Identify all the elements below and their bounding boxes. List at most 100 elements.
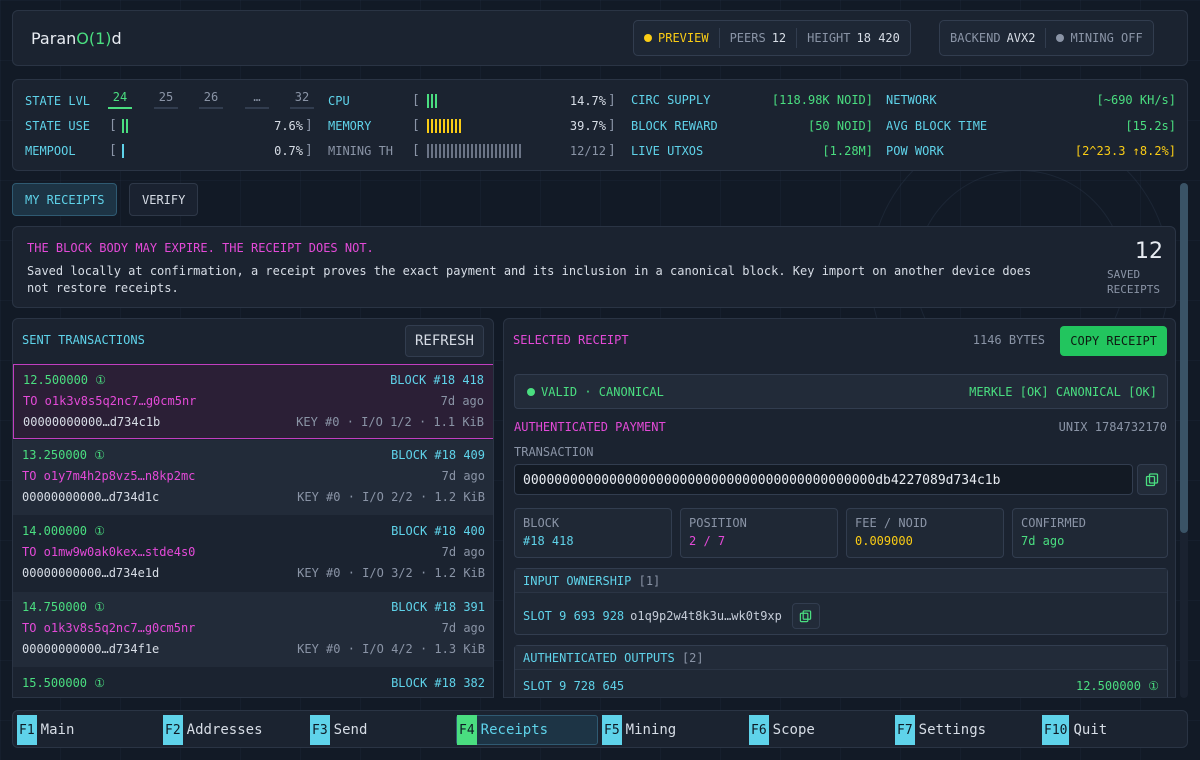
tab-my-receipts[interactable]: MY RECEIPTS [12, 183, 118, 216]
app-logo: ParanO(1)d [31, 29, 122, 48]
status-dot-icon [644, 34, 652, 42]
cpu-label: CPU [328, 94, 350, 108]
function-key-bar: F1 Main F2 Addresses F3 Send F4 Receipts F5 M… [12, 710, 1188, 748]
fee-cell: FEE / NOID 0.009000 [846, 508, 1004, 558]
peers-stat: PEERS 12 [720, 28, 798, 48]
saved-receipts-label: SAVED RECEIPTS [1107, 268, 1160, 296]
tx-age: 7d ago [441, 469, 485, 483]
tx-recipient: TO o1y7m4h2p8vz5…n8kp2mc [22, 469, 196, 483]
receipt-notice: THE BLOCK BODY MAY EXPIRE. THE RECEIPT D… [12, 226, 1176, 308]
menu-main[interactable]: F1 Main [17, 715, 74, 745]
tx-recipient: TO o1mw9w0ak0kex…stde4s0 [22, 545, 196, 559]
tx-amount: 14.750000 ① [22, 600, 106, 614]
tx-recipient: TO o1k3v8s5q2nc7…g0cm5nr [23, 394, 197, 408]
pow-work-value: [2^23.3 ↑8.2%] [1074, 144, 1176, 158]
menu-send[interactable]: F3 Send [310, 715, 367, 745]
tab-verify[interactable]: VERIFY [129, 183, 199, 216]
transaction-label: TRANSACTION [514, 445, 594, 459]
network-label: NETWORK [886, 93, 937, 107]
transaction-id-field[interactable]: 0000000000000000000000000000000000000000… [514, 464, 1133, 495]
memory-label: MEMORY [328, 119, 372, 133]
transaction-row[interactable]: 12.500000 ① BLOCK #18 418 TO o1k3v8s5q2n… [13, 364, 493, 439]
status-dot-icon [1056, 34, 1065, 42]
level-tab[interactable]: 25 [154, 90, 178, 109]
bracket-close: ] [305, 143, 313, 158]
transaction-row[interactable]: 13.250000 ① BLOCK #18 409 TO o1y7m4h2p8v… [13, 440, 493, 515]
live-utxos-label: LIVE UTXOS [631, 144, 704, 158]
tx-recipient: TO o1k3v8s5q2nc7…g0cm5nr [22, 621, 196, 635]
authenticated-outputs-header: AUTHENTICATED OUTPUTS [2] [515, 646, 1167, 670]
copy-receipt-button[interactable]: COPY RECEIPT [1060, 326, 1167, 356]
tx-amount: 13.250000 ① [22, 448, 106, 462]
menu-receipts[interactable]: F4 Receipts [456, 715, 598, 745]
transaction-row[interactable]: 14.000000 ① BLOCK #18 400 TO o1mw9w0ak0k… [13, 516, 493, 591]
mempool-value: 0.7% [274, 144, 303, 158]
bracket-open: [ [109, 143, 117, 158]
scrollbar-thumb[interactable] [1180, 183, 1188, 533]
refresh-button[interactable]: REFRESH [404, 325, 484, 357]
copy-icon[interactable] [791, 603, 820, 629]
avg-block-time-value: [15.2s] [1125, 119, 1176, 133]
tx-hash: 00000000000…d734e1d [22, 566, 160, 580]
block-reward-label: BLOCK REWARD [631, 119, 718, 133]
level-tab[interactable]: 24 [108, 90, 132, 109]
output-amount: 12.500000 ① [1075, 679, 1159, 693]
tx-block: BLOCK #18 409 [391, 448, 485, 462]
bracket-close: ] [608, 143, 616, 158]
tx-amount: 15.500000 ① [22, 676, 106, 690]
stats-panel: STATE LVL 24 25 26 … 32 STATE USE [ 7.6%… [12, 79, 1188, 171]
bracket-open: [ [412, 143, 420, 158]
sent-transactions-panel: SENT TRANSACTIONS REFRESH 12.500000 ① BL… [12, 318, 494, 698]
bracket-open: [ [412, 118, 420, 133]
tx-amount: 12.500000 ① [23, 373, 107, 387]
circ-supply-value: [118.98K NOID] [771, 93, 873, 107]
tx-age: 7d ago [441, 621, 485, 635]
pow-work-label: POW WORK [886, 144, 944, 158]
copy-icon[interactable] [1137, 464, 1167, 495]
validation-status: VALID · CANONICAL MERKLE [OK] CANONICAL … [514, 374, 1168, 409]
tx-hash: 00000000000…d734f1e [22, 642, 160, 656]
cpu-value: 14.7% [569, 94, 606, 108]
backend-stat: BACKEND AVX2 [940, 28, 1047, 48]
menu-settings[interactable]: F7 Settings [895, 715, 986, 745]
mempool-bar [122, 144, 124, 158]
tx-block: BLOCK #18 400 [391, 524, 485, 538]
network-status-group: PREVIEW PEERS 12 HEIGHT 18 420 [633, 20, 911, 56]
state-use-label: STATE USE [25, 119, 91, 133]
live-utxos-value: [1.28M] [822, 144, 873, 158]
receipt-size: 1146 BYTES [972, 333, 1045, 347]
memory-bar [427, 119, 461, 133]
transaction-row[interactable]: 14.750000 ① BLOCK #18 391 TO o1k3v8s5q2n… [13, 592, 493, 667]
mining-th-label: MINING TH [328, 144, 394, 158]
input-ownership-panel: INPUT OWNERSHIP [1] SLOT 9 693 928 o1q9p… [514, 568, 1168, 635]
avg-block-time-label: AVG BLOCK TIME [886, 119, 988, 133]
menu-scope[interactable]: F6 Scope [749, 715, 815, 745]
header-bar: ParanO(1)d PREVIEW PEERS 12 HEIGHT 18 420 … [12, 10, 1188, 66]
selected-receipt-title: SELECTED RECEIPT [513, 333, 629, 347]
state-use-bar [122, 119, 128, 133]
block-cell: BLOCK #18 418 [514, 508, 672, 558]
tx-block: BLOCK #18 391 [391, 600, 485, 614]
menu-quit[interactable]: F10 Quit [1042, 715, 1107, 745]
bracket-open: [ [412, 93, 420, 108]
tx-meta: KEY #0 · I/O 1/2 · 1.1 KiB [296, 415, 484, 429]
authenticated-payment-title: AUTHENTICATED PAYMENT [514, 420, 666, 434]
validity-label: VALID · CANONICAL [527, 385, 664, 399]
menu-addresses[interactable]: F2 Addresses [163, 715, 263, 745]
output-slot-row: SLOT 9 728 645 [523, 679, 625, 693]
scrollbar[interactable] [1180, 183, 1188, 698]
tx-meta: KEY #0 · I/O 4/2 · 1.3 KiB [297, 642, 485, 656]
tx-block: BLOCK #18 418 [390, 373, 484, 387]
level-tab[interactable]: … [245, 90, 269, 109]
state-use-value: 7.6% [274, 119, 303, 133]
selected-receipt-panel: SELECTED RECEIPT 1146 BYTES COPY RECEIPT… [503, 318, 1176, 698]
transaction-row[interactable]: 15.500000 ① BLOCK #18 382 [13, 668, 493, 697]
tx-block: BLOCK #18 382 [391, 676, 485, 690]
input-ownership-header: INPUT OWNERSHIP [1] [515, 569, 1167, 593]
tx-age: 7d ago [440, 394, 484, 408]
level-tab[interactable]: 26 [199, 90, 223, 109]
bracket-close: ] [608, 118, 616, 133]
level-tab[interactable]: 32 [290, 90, 314, 109]
status-dot-icon [527, 388, 535, 396]
menu-mining[interactable]: F5 Mining [602, 715, 676, 745]
